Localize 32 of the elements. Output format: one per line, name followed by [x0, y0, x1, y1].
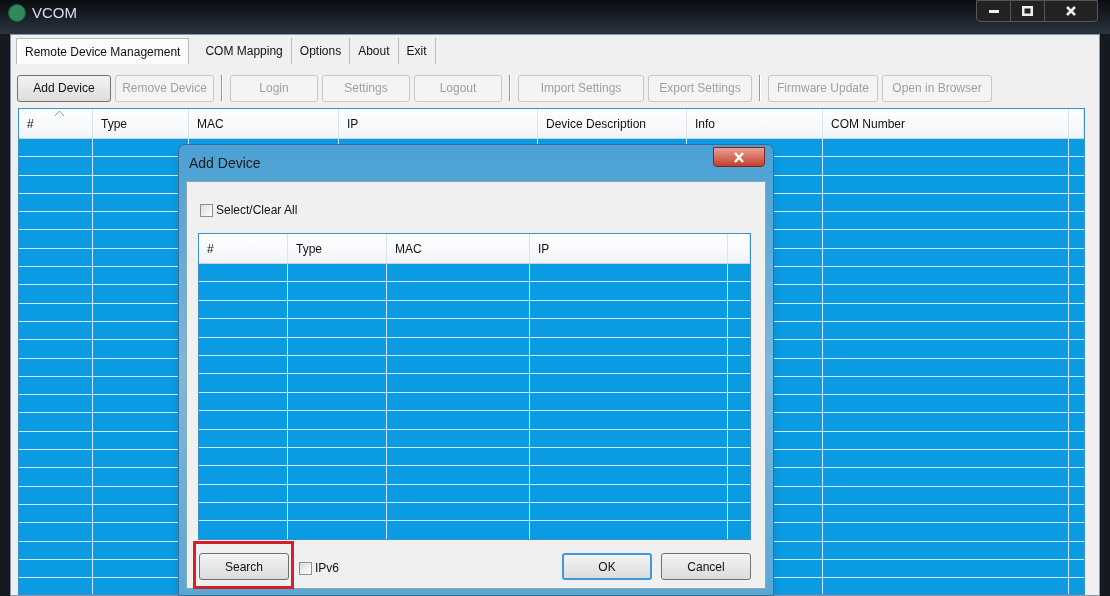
column-header[interactable]: #: [19, 109, 93, 138]
column-header[interactable]: Info: [687, 109, 823, 138]
close-icon: [1066, 6, 1076, 16]
checkbox-label: Select/Clear All: [216, 202, 298, 219]
maximize-icon: [1022, 6, 1033, 16]
minimize-icon: [988, 9, 999, 13]
checkbox[interactable]: [299, 561, 312, 575]
column-header[interactable]: Type: [93, 109, 189, 138]
dialog-title: Add Device: [189, 154, 261, 173]
dialog-button[interactable]: OK: [562, 553, 652, 580]
column-header[interactable]: Type: [288, 234, 387, 263]
close-button[interactable]: [713, 147, 765, 167]
checkbox-label: IPv6: [315, 560, 339, 577]
column-header[interactable]: IP: [530, 234, 728, 263]
app-globe-icon: [8, 4, 26, 22]
tab[interactable]: Options: [291, 38, 351, 64]
column-header[interactable]: COM Number: [823, 109, 1069, 138]
column-header[interactable]: #: [199, 234, 288, 263]
checkbox[interactable]: [200, 203, 213, 217]
close-icon: [733, 151, 745, 163]
tab[interactable]: Remote Device Management: [16, 38, 190, 64]
column-header[interactable]: MAC: [387, 234, 530, 263]
tab[interactable]: About: [350, 38, 399, 64]
search-button[interactable]: Search: [199, 553, 289, 580]
toolbar-button[interactable]: Add Device: [17, 74, 111, 102]
column-header[interactable]: IP: [339, 109, 538, 138]
dialog-button[interactable]: Cancel: [661, 553, 751, 580]
window-title: VCOM: [32, 4, 77, 22]
column-header[interactable]: Device Description: [538, 109, 687, 138]
column-header[interactable]: MAC: [189, 109, 339, 138]
tab[interactable]: Exit: [398, 38, 436, 64]
tab[interactable]: COM Mapping: [197, 38, 292, 64]
